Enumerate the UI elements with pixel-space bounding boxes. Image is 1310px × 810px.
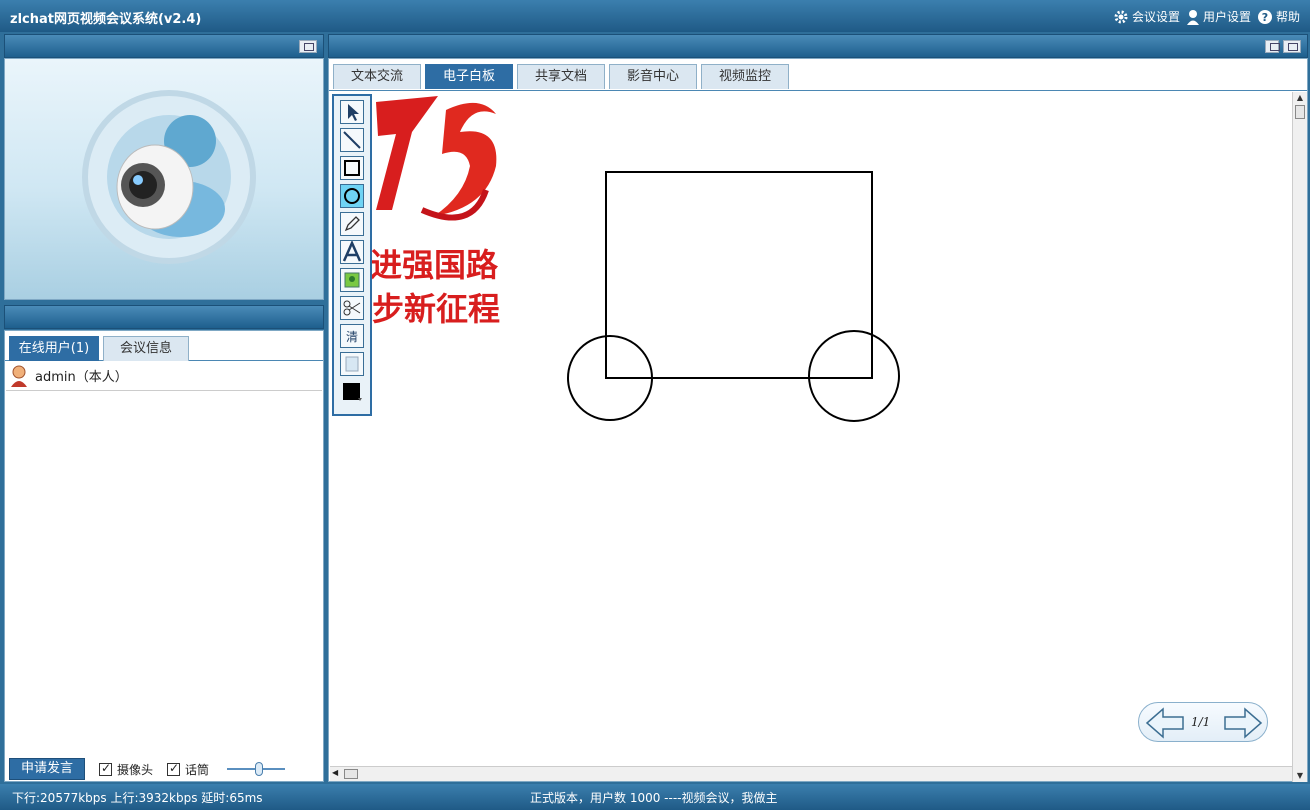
cursor-icon [348, 104, 359, 121]
color-tool[interactable] [340, 380, 364, 404]
whiteboard-canvas[interactable]: 进强国路 步新征程 1/1 [330, 92, 1292, 766]
drawn-rectangle[interactable] [605, 171, 873, 379]
main-panel-header [328, 34, 1308, 58]
svg-text:清: 清 [346, 330, 358, 344]
scroll-up-arrow[interactable]: ▲ [1294, 92, 1306, 104]
main-tabs: 文本交流 电子白板 共享文档 影音中心 视频监控 [329, 59, 1307, 91]
drawing-layer [567, 171, 900, 422]
top-menu: 会议设置 用户设置 ? 帮助 [1113, 8, 1300, 25]
volume-slider[interactable] [227, 761, 287, 777]
camera-label: 摄像头 [117, 762, 154, 777]
tab-text-chat[interactable]: 文本交流 [333, 64, 421, 89]
tab-online-users[interactable]: 在线用户(1) [9, 336, 99, 361]
user-settings-button[interactable]: 用户设置 [1186, 8, 1251, 25]
status-bar: 下行:20577kbps 上行:3932kbps 延时:65ms 正式版本，用户… [0, 784, 1310, 810]
fullscreen-button[interactable] [1265, 40, 1280, 53]
prev-page-icon[interactable] [1145, 707, 1187, 739]
users-panel-header [4, 305, 324, 329]
user-avatar-icon [11, 365, 27, 387]
apply-speak-button[interactable]: 申请发言 [9, 758, 85, 780]
scissors-icon [343, 300, 361, 316]
image-tool[interactable] [340, 268, 364, 292]
video-panel-header [4, 34, 324, 58]
line-tool[interactable] [340, 128, 364, 152]
select-tool[interactable] [340, 100, 364, 124]
media-controls: 申请发言 摄像头 话筒 [5, 755, 323, 783]
scroll-down-arrow[interactable]: ▼ [1294, 770, 1306, 782]
mic-checkbox[interactable]: 话筒 [167, 761, 209, 778]
meeting-settings-button[interactable]: 会议设置 [1113, 8, 1180, 25]
main-panel: 文本交流 电子白板 共享文档 影音中心 视频监控 进强国路 步新征程 1/1 清… [328, 58, 1308, 782]
webcam-logo-icon [82, 90, 256, 264]
line-icon [343, 131, 361, 149]
camera-checkbox[interactable]: 摄像头 [99, 761, 153, 778]
next-page-icon[interactable] [1221, 707, 1263, 739]
version-info: 正式版本，用户数 1000 ----视频会议，我做主 [530, 791, 778, 805]
ellipse-tool[interactable] [340, 184, 364, 208]
users-panel: 在线用户(1) 会议信息 admin（本人） 申请发言 摄像头 话筒 [4, 330, 324, 782]
drawn-circle-right[interactable] [808, 330, 900, 422]
users-tabs: 在线用户(1) 会议信息 [5, 331, 323, 361]
cut-tool[interactable] [340, 296, 364, 320]
text-tool[interactable] [340, 239, 364, 264]
volume-slider-thumb[interactable] [255, 762, 264, 776]
tab-whiteboard[interactable]: 电子白板 [425, 64, 513, 89]
scroll-left-arrow[interactable]: ◀ [332, 768, 338, 777]
pencil-icon [344, 216, 360, 232]
tab-shared-docs[interactable]: 共享文档 [517, 64, 605, 89]
rectangle-icon [344, 160, 360, 176]
image-icon [344, 272, 360, 288]
whiteboard-toolbar: 清 [332, 94, 372, 416]
video-panel-restore-button[interactable] [299, 40, 317, 53]
title-bar: zlchat网页视频会议系统(v2.4) 会议设置 用户设置 ? 帮助 [0, 0, 1310, 32]
clear-tool[interactable]: 清 [340, 324, 364, 348]
blank-tool[interactable] [340, 352, 364, 376]
main-panel-restore-button[interactable] [1283, 40, 1301, 53]
list-item[interactable]: admin（本人） [6, 361, 322, 391]
user-name: admin（本人） [35, 370, 128, 385]
horizontal-scroll-thumb[interactable] [344, 769, 358, 779]
app-title: zlchat网页视频会议系统(v2.4) [10, 12, 202, 27]
page-number: 1/1 [1191, 715, 1211, 729]
mic-label: 话筒 [185, 762, 210, 777]
meeting-settings-label: 会议设置 [1131, 10, 1180, 24]
user-icon [1186, 9, 1199, 25]
network-stats: 下行:20577kbps 上行:3932kbps 延时:65ms [12, 791, 263, 805]
user-settings-label: 用户设置 [1202, 10, 1251, 24]
page-navigator: 1/1 [1138, 702, 1268, 742]
clear-icon: 清 [346, 330, 358, 344]
svg-text:?: ? [1262, 11, 1268, 24]
tab-meeting-info[interactable]: 会议信息 [103, 336, 189, 361]
rectangle-tool[interactable] [340, 156, 364, 180]
help-button[interactable]: ? 帮助 [1257, 8, 1300, 25]
text-icon [342, 239, 362, 262]
vertical-scroll-thumb[interactable] [1295, 105, 1305, 119]
help-icon: ? [1257, 9, 1272, 24]
tab-video-monitor[interactable]: 视频监控 [701, 64, 789, 89]
help-label: 帮助 [1275, 10, 1300, 24]
gear-icon [1114, 10, 1128, 23]
vertical-scrollbar[interactable]: ▲ ▼ [1292, 92, 1307, 782]
color-swatch-icon [343, 383, 362, 401]
blank-page-icon [345, 356, 359, 372]
circle-icon [344, 188, 360, 204]
horizontal-scrollbar[interactable]: ◀ [330, 766, 1292, 781]
tab-media-center[interactable]: 影音中心 [609, 64, 697, 89]
pencil-tool[interactable] [340, 212, 364, 236]
local-video-area [4, 58, 324, 300]
camera-checkbox-box[interactable] [99, 761, 112, 776]
mic-checkbox-box[interactable] [167, 761, 181, 776]
